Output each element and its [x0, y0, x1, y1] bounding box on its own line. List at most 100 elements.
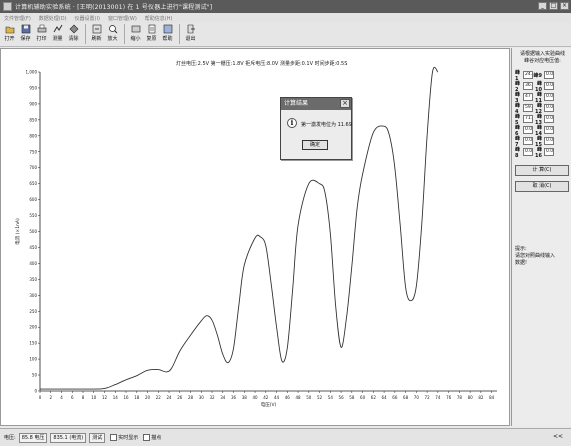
- realtime-checkbox[interactable]: 实时显示: [110, 434, 138, 441]
- menu-file[interactable]: 文件管理(F): [4, 15, 31, 22]
- x-tick-label: 2: [49, 395, 52, 400]
- info-icon: i: [287, 118, 297, 128]
- x-tick-label: 34: [220, 395, 226, 400]
- menu-window[interactable]: 窗口管理(W): [108, 15, 137, 22]
- cancel-button[interactable]: 取 消(C): [515, 181, 569, 192]
- x-tick-label: 66: [392, 395, 398, 400]
- peak-input[interactable]: 47: [523, 93, 533, 101]
- dialog-title: 计算结果: [284, 100, 309, 107]
- peak-label: 峰9: [533, 72, 542, 79]
- menu-help[interactable]: 帮助信息(H): [145, 15, 173, 22]
- collapse-panel-button[interactable]: <<: [553, 433, 563, 440]
- toolbar-help-button[interactable]: 帮助: [160, 23, 175, 45]
- toolbar-open-button[interactable]: 打开: [2, 23, 17, 45]
- toolbar-restore-button[interactable]: 复原: [144, 23, 159, 45]
- peak-input[interactable]: 0.0: [544, 148, 554, 156]
- peak-input[interactable]: 0.0: [544, 71, 554, 79]
- y-tick-label: 700: [29, 165, 37, 170]
- x-tick-label: 20: [145, 395, 151, 400]
- x-tick-label: 82: [478, 395, 484, 400]
- toolbar-refresh-button[interactable]: 刷新: [89, 23, 104, 45]
- open-icon: [5, 26, 14, 34]
- app-icon: [3, 2, 12, 11]
- x-tick-label: 56: [339, 395, 345, 400]
- y-tick-label: 600: [29, 197, 37, 202]
- zoom-in-icon: [108, 25, 117, 34]
- y-tick-label: 250: [29, 309, 37, 314]
- print-icon: [37, 24, 46, 33]
- checkbox-label: 描点: [151, 435, 162, 441]
- toolbar-label: 退出: [185, 36, 196, 42]
- x-tick-label: 24: [166, 395, 172, 400]
- toolbar-print-button[interactable]: 打印: [34, 23, 49, 45]
- menu-data[interactable]: 数据处理(D): [39, 15, 67, 22]
- toolbar-exit-button[interactable]: 退出: [183, 23, 198, 45]
- peak-input[interactable]: 71.7: [523, 115, 533, 123]
- x-tick-label: 78: [457, 395, 463, 400]
- y-tick-label: 500: [29, 229, 37, 234]
- peak-input[interactable]: 36.5: [523, 82, 533, 90]
- y-tick-label: 650: [29, 181, 37, 186]
- toolbar-label: 复原: [146, 36, 157, 42]
- dialog-close-button[interactable]: ×: [340, 99, 350, 108]
- x-tick-label: 26: [177, 395, 183, 400]
- y-tick-label: 300: [29, 293, 37, 298]
- peak-row: 峰8 0.0 峰16 0.0: [515, 147, 571, 159]
- peak-row: 峰571.7峰130.0: [515, 114, 571, 126]
- peak-input[interactable]: 0.0: [544, 126, 554, 134]
- peak-input[interactable]: 0.0: [523, 126, 533, 134]
- status-mode[interactable]: 测试: [89, 432, 106, 443]
- x-tick-label: 54: [328, 395, 334, 400]
- clear-icon: [69, 24, 78, 34]
- minimize-button[interactable]: _: [538, 2, 547, 10]
- toolbar-zoom-out-button[interactable]: 缩小: [128, 23, 143, 45]
- x-tick-label: 42: [263, 395, 269, 400]
- x-tick-label: 52: [317, 395, 323, 400]
- menu-instrument[interactable]: 仪器设置(I): [75, 15, 100, 22]
- peak-input[interactable]: 0.0: [523, 137, 533, 145]
- peak-input[interactable]: 0.0: [544, 115, 554, 123]
- x-tick-label: 68: [403, 395, 409, 400]
- x-tick-label: 64: [382, 395, 388, 400]
- plot-points-checkbox[interactable]: 描点: [143, 434, 161, 441]
- checkbox-icon: [110, 434, 118, 441]
- close-button[interactable]: ×: [560, 2, 569, 10]
- x-tick-label: 48: [296, 395, 302, 400]
- x-tick-label: 62: [371, 395, 377, 400]
- toolbar-clear-button[interactable]: 清除: [66, 23, 81, 45]
- y-tick-label: 100: [29, 357, 37, 362]
- y-tick-label: 0: [34, 389, 37, 394]
- toolbar-measure-button[interactable]: 测量: [50, 23, 65, 45]
- peak-row: 峰6 0.0 峰14 0.0: [515, 125, 571, 137]
- x-tick-label: 80: [468, 395, 474, 400]
- x-tick-label: 30: [199, 395, 205, 400]
- maximize-button[interactable]: □: [549, 2, 558, 10]
- toolbar-zoom-in-button[interactable]: 放大: [105, 23, 120, 45]
- peak-input[interactable]: 24.9: [523, 71, 533, 79]
- y-tick-label: 400: [29, 261, 37, 266]
- franck-hertz-chart: 0501001502002503003504004505005506006507…: [14, 66, 497, 408]
- dialog-ok-button[interactable]: 确定: [302, 140, 328, 150]
- calculate-button[interactable]: 计 算(C): [515, 165, 569, 176]
- peak-row: 峰3 47 峰11 0.0: [515, 92, 571, 104]
- x-axis-label: 电压(V): [261, 401, 277, 408]
- toolbar-label: 保存: [20, 36, 31, 42]
- status-bar: 电压: 85.8 电压 835.1 (电流) 测试 实时显示 描点 <<: [0, 428, 571, 446]
- y-tick-label: 800: [29, 133, 37, 138]
- peak-input[interactable]: 59.2: [523, 104, 533, 112]
- x-tick-label: 16: [123, 395, 129, 400]
- toolbar-save-button[interactable]: 保存: [18, 23, 33, 45]
- x-tick-label: 76: [446, 395, 452, 400]
- peak-input[interactable]: 0.0: [544, 104, 554, 112]
- peak-input[interactable]: 0.0: [544, 137, 554, 145]
- right-panel: 请根据输入实验曲线 峰谷对应电压值: 峰124.9峰90.0 峰236.5峰10…: [511, 48, 571, 426]
- save-icon: [21, 24, 30, 34]
- y-tick-label: 1,000: [26, 70, 38, 75]
- peak-input[interactable]: 0.0: [523, 148, 533, 156]
- status-current: 835.1 (电流): [50, 432, 87, 443]
- peak-input[interactable]: 0.0: [544, 82, 554, 90]
- x-tick-label: 72: [425, 395, 431, 400]
- x-tick-label: 60: [360, 395, 366, 400]
- y-tick-label: 450: [29, 245, 37, 250]
- peak-input[interactable]: 0.0: [544, 93, 554, 101]
